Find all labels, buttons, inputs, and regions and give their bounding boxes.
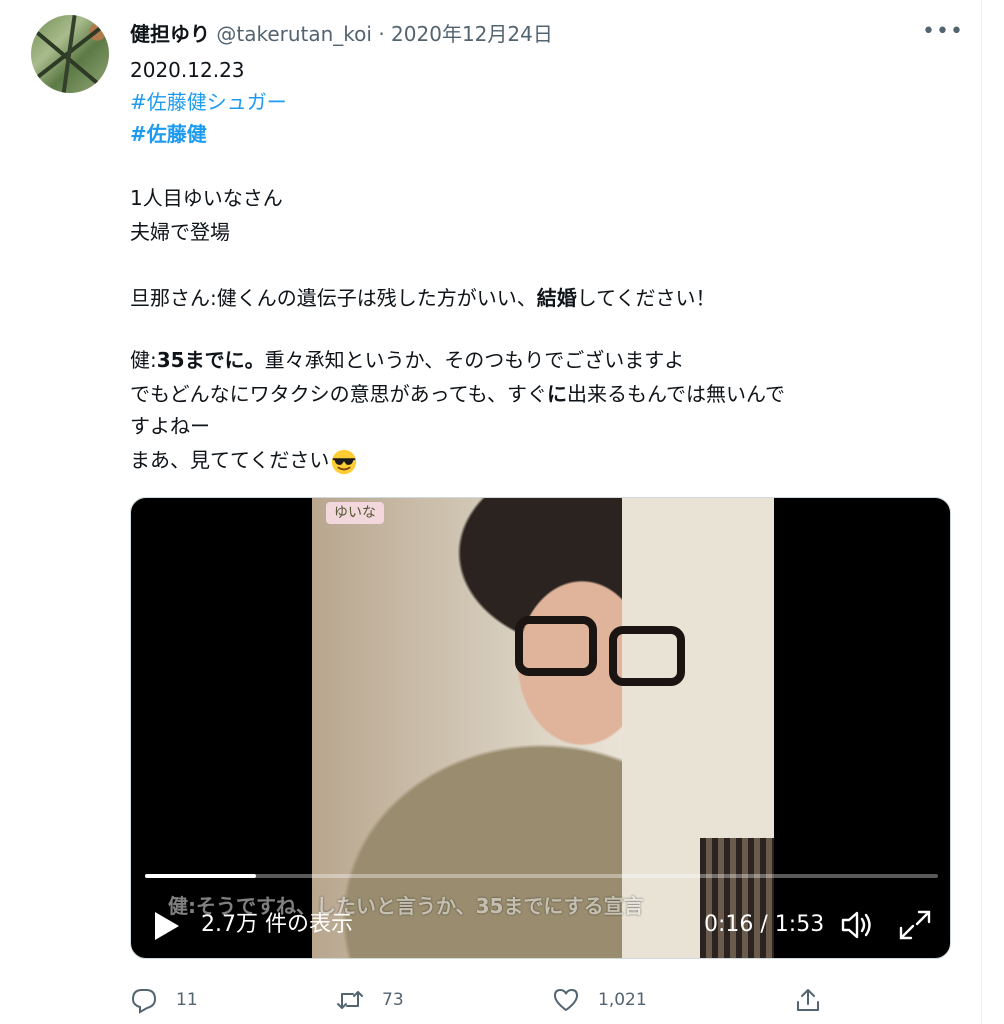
hashtag-link[interactable]: #佐藤健シュガー <box>130 88 287 116</box>
text-bold: 35までに。 <box>156 348 265 372</box>
reply-count: 11 <box>176 990 198 1010</box>
text-segment: 出来るもんでは無いんで <box>567 382 785 406</box>
reply-icon <box>131 989 157 1014</box>
text-segment: 重々承知というか、そのつもりでございますよ <box>264 348 685 372</box>
view-count: 2.7万 件の表示 <box>201 912 353 937</box>
tweet-text-line: 夫婦で登場 <box>130 220 230 244</box>
tweet-text-line: すよねー <box>130 414 210 438</box>
timeline-border <box>981 0 982 1024</box>
retweet-icon <box>337 991 363 1009</box>
tweet-text-line: 健:35までに。重々承知というか、そのつもりでございますよ <box>130 346 684 374</box>
user-handle[interactable]: @takerutan_koi <box>216 22 372 46</box>
retweet-button[interactable]: 73 <box>336 985 404 1015</box>
reply-button[interactable]: 11 <box>130 985 198 1015</box>
text-bold: に <box>547 382 567 406</box>
hashtag-link[interactable]: #佐藤健 <box>130 120 207 148</box>
tweet-date[interactable]: 2020年12月24日 <box>391 22 553 46</box>
avatar[interactable] <box>31 15 109 93</box>
separator: · <box>378 22 385 46</box>
heart-icon <box>554 989 578 1011</box>
progress-bar[interactable] <box>145 874 938 878</box>
tweet-text-line: 旦那さん:健くんの遺伝子は残した方がいい、結婚してください！ <box>130 284 716 312</box>
text-segment: 健: <box>130 348 157 372</box>
text-bold: 結婚 <box>536 286 577 310</box>
text-segment: まあ、見ててください <box>130 448 330 472</box>
play-icon[interactable] <box>149 906 183 946</box>
retweet-count: 73 <box>382 990 404 1010</box>
video-overlay-name: ゆいな <box>326 502 384 524</box>
tweet-text-line: まあ、見ててください <box>130 446 359 476</box>
video-player[interactable]: ゆいな 健:そうですね、したいと言うか、35までにする宣言 2.7万 件の表示 … <box>130 497 951 959</box>
more-options-icon[interactable]: ••• <box>922 21 963 46</box>
progress-fill <box>145 874 257 878</box>
share-icon <box>797 989 819 1011</box>
like-button[interactable]: 1,021 <box>552 985 647 1015</box>
tweet-text-line: 1人目ゆいなさん <box>130 186 283 210</box>
sunglasses-emoji-icon <box>332 449 357 474</box>
text-segment: 旦那さん:健くんの遺伝子は残した方がいい、 <box>130 286 537 310</box>
display-name[interactable]: 健担ゆり <box>130 22 210 46</box>
tweet-text-line: でもどんなにワタクシの意思があっても、すぐに出来るもんでは無いんで <box>130 380 785 408</box>
text-segment: でもどんなにワタクシの意思があっても、すぐ <box>130 382 547 406</box>
tweet-date-line: 2020.12.23 <box>130 58 245 82</box>
text-segment: してください！ <box>576 286 716 310</box>
tweet-header: 健担ゆり @takerutan_koi · 2020年12月24日 <box>130 20 553 48</box>
video-time: 0:16 / 1:53 <box>704 912 825 937</box>
volume-icon[interactable] <box>839 908 875 942</box>
like-count: 1,021 <box>598 990 647 1010</box>
fullscreen-icon[interactable] <box>897 908 933 942</box>
share-button[interactable] <box>794 985 822 1015</box>
